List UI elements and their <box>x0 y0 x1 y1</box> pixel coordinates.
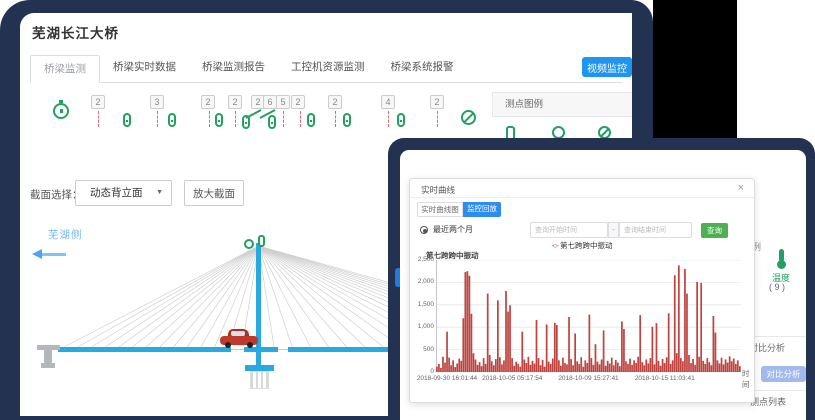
compare-analysis-button[interactable]: 对比分析 <box>761 366 806 382</box>
x-axis-name: 时间 <box>742 368 754 390</box>
chain-sensor-icon[interactable] <box>123 113 131 127</box>
y-tick-label: 1,500 <box>413 301 434 308</box>
bridge-deck-segment <box>58 347 231 352</box>
sensor-count-badge: 2 <box>328 95 342 109</box>
chevron-down-icon: ▼ <box>156 181 163 205</box>
curve-popup-window: 例 温度 ( 9 ) 对比分析 对比分析 测点列表 实时曲线 × 实时曲线图 监… <box>400 150 806 420</box>
section-select-value: 动态背立面 <box>90 187 143 199</box>
alert-dash-line <box>437 111 438 127</box>
alert-dash-line <box>157 111 158 127</box>
search-button[interactable]: 查询 <box>701 223 728 238</box>
alert-dash-line <box>98 111 99 127</box>
y-tick-label: 2,000 <box>413 278 434 285</box>
recent-range-label: 最近两个月 <box>433 224 473 235</box>
x-tick-label: 2018-09-30 16:01:44 <box>412 375 482 382</box>
sensor-count-badge: 2 <box>228 95 242 109</box>
enlarge-section-button[interactable]: 放大截面 <box>184 180 244 206</box>
modal-divider <box>410 197 754 198</box>
tab-history-playback[interactable]: 监控回放 <box>463 202 501 217</box>
tab-2[interactable]: 桥梁监测报告 <box>189 54 278 82</box>
deck-joint <box>278 349 288 350</box>
temperature-count: ( 9 ) <box>769 282 785 292</box>
alert-dash-line <box>235 111 236 127</box>
pylon-chain-sensor-icon[interactable] <box>258 235 265 247</box>
alert-dash-line <box>209 111 210 127</box>
close-icon[interactable]: × <box>738 182 744 194</box>
section-select-dropdown[interactable]: 动态背立面 ▼ <box>75 180 172 206</box>
abutment-pier-base <box>41 363 55 368</box>
alert-dash-line <box>388 111 389 127</box>
y-tick-label: 1,000 <box>413 323 434 330</box>
sensor-count-badge: 2 <box>430 95 444 109</box>
page-title: 芜湖长江大桥 <box>32 22 119 42</box>
realtime-curve-modal: 实时曲线 × 实时曲线图 监控回放 最近两个月 - 查询 -○- 第七跨跨中振动… <box>409 178 755 403</box>
x-tick-label: 2018-10-05 05:17:54 <box>477 375 547 382</box>
sensor-count-badge: 2 <box>291 95 305 109</box>
recent-range-radio[interactable] <box>420 226 428 234</box>
chain-sensor-icon[interactable] <box>215 113 223 127</box>
thermometer-icon-bulb <box>777 260 786 269</box>
tab-4[interactable]: 桥梁系统报警 <box>378 54 467 82</box>
video-monitor-button[interactable]: 视频监控 <box>582 57 632 77</box>
y-tick-label: 2,500 <box>413 256 434 263</box>
range-separator: - <box>608 222 619 238</box>
sensor-count-badge: 4 <box>381 95 395 109</box>
chain-sensor-icon[interactable] <box>343 113 351 127</box>
legend-line-marker: -○- <box>551 241 558 250</box>
alert-dash-line <box>283 111 284 127</box>
x-tick-label: 2018-10-09 15:27:41 <box>554 375 624 382</box>
y-tick-label: 0 <box>413 368 434 375</box>
sensor-count-badge: 2 <box>91 95 105 109</box>
tab-1[interactable]: 桥梁实时数据 <box>100 54 189 82</box>
pylon-piles <box>250 371 269 389</box>
legend-panel-header: 测点图例 <box>492 92 632 117</box>
point-list-label: 测点列表 <box>750 395 786 408</box>
tab-3[interactable]: 工控机资源监测 <box>278 54 378 82</box>
tab-0[interactable]: 桥梁监测 <box>30 55 100 83</box>
deck-joint <box>231 349 244 350</box>
tab-realtime-curve[interactable]: 实时曲线图 <box>417 202 463 217</box>
sensor-count-badge: 2 <box>201 95 215 109</box>
chain-sensor-icon[interactable] <box>397 113 405 127</box>
alert-dash-line <box>335 111 336 127</box>
end-time-input[interactable] <box>619 222 692 238</box>
expansion-joint-sensor-icon[interactable] <box>242 107 282 129</box>
chart-plot <box>436 260 741 372</box>
timer-sensor-icon[interactable] <box>53 103 69 119</box>
disabled-sensor-icon[interactable] <box>461 110 476 125</box>
chain-sensor-icon[interactable] <box>307 113 315 127</box>
chain-link-icon <box>268 115 276 129</box>
screenshot-canvas: 芜湖长江大桥 桥梁监测桥梁实时数据桥梁监测报告工控机资源监测桥梁系统报警 视频监… <box>0 0 815 420</box>
chain-sensor-icon[interactable] <box>168 113 176 127</box>
legend-series-name: 第七跨跨中振动 <box>560 241 613 250</box>
tab-bar: 桥梁监测桥梁实时数据桥梁监测报告工控机资源监测桥梁系统报警 <box>30 55 622 83</box>
vibration-chart: 05001,0001,5002,0002,500 <box>413 260 743 372</box>
start-time-input[interactable] <box>530 222 608 238</box>
background-black-region <box>653 0 737 140</box>
modal-title: 实时曲线 <box>421 184 455 196</box>
x-tick-label: 2018-10-15 11:03:41 <box>630 375 700 382</box>
y-tick-label: 500 <box>413 346 434 353</box>
bridge-pylon <box>256 243 261 373</box>
car-image <box>220 329 258 349</box>
alert-dash-line <box>300 111 301 127</box>
sensor-count-badge: 3 <box>150 95 164 109</box>
pylon-sensor-icon[interactable] <box>244 239 254 249</box>
